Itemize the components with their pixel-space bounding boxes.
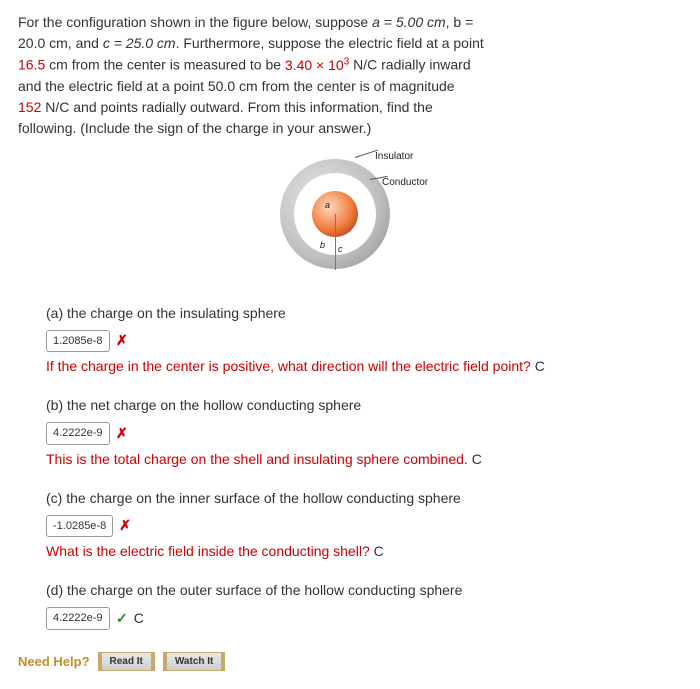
q-line5-post: N/C and points radially outward. From th… (41, 99, 432, 115)
part-b-label: (b) the net charge on the hollow conduct… (46, 395, 682, 416)
question-text: For the configuration shown in the figur… (18, 12, 682, 139)
q-line3-mid: cm from the center is measured to be (45, 57, 285, 73)
part-c-answer-input[interactable]: -1.0285e-8 (46, 515, 113, 538)
part-c: (c) the charge on the inner surface of t… (46, 488, 682, 563)
part-b-answer-input[interactable]: 4.2222e-9 (46, 422, 110, 445)
part-a-label: (a) the charge on the insulating sphere (46, 303, 682, 324)
q-line4: and the electric field at a point 50.0 c… (18, 78, 455, 94)
q-e1: 3.40 × 103 (285, 57, 349, 73)
part-b-feedback: This is the total charge on the shell an… (46, 449, 682, 470)
part-b-unit: C (472, 451, 482, 467)
radii-guide (335, 214, 336, 270)
part-d-unit: C (134, 608, 144, 629)
watch-it-button[interactable]: Watch It (163, 652, 226, 671)
part-a-answer-input[interactable]: 1.2085e-8 (46, 330, 110, 353)
q-line2-pre: 20.0 cm, and (18, 35, 103, 51)
part-b: (b) the net charge on the hollow conduct… (46, 395, 682, 470)
part-a: (a) the charge on the insulating sphere … (46, 303, 682, 378)
part-a-unit: C (535, 358, 545, 374)
q-e2: 152 (18, 99, 41, 115)
need-help-bar: Need Help? Read It Watch It (18, 652, 682, 672)
radius-b-label: b (320, 239, 325, 253)
part-c-unit: C (374, 543, 384, 559)
part-d: (d) the charge on the outer surface of t… (46, 580, 682, 630)
correct-icon: ✓ (116, 608, 128, 629)
part-d-answer-input[interactable]: 4.2222e-9 (46, 607, 110, 630)
q-line3-post: N/C radially inward (349, 57, 470, 73)
incorrect-icon: ✗ (116, 423, 128, 444)
read-it-button[interactable]: Read It (98, 652, 155, 671)
sphere-figure: Insulator Conductor a b c (250, 149, 450, 279)
q-a-eq: a = 5.00 cm (372, 14, 446, 30)
q-line6: following. (Include the sign of the char… (18, 120, 371, 136)
q-r1: 16.5 (18, 57, 45, 73)
radius-c-label: c (338, 243, 343, 257)
radius-a-label: a (325, 199, 330, 213)
label-insulator: Insulator (375, 149, 413, 164)
q-line2-post: . Furthermore, suppose the electric fiel… (176, 35, 484, 51)
need-help-label: Need Help? (18, 652, 90, 672)
part-d-label: (d) the charge on the outer surface of t… (46, 580, 682, 601)
incorrect-icon: ✗ (116, 330, 128, 351)
incorrect-icon: ✗ (119, 515, 131, 536)
q-c-eq: c = 25.0 cm (103, 35, 176, 51)
figure-container: Insulator Conductor a b c (18, 149, 682, 285)
part-c-feedback: What is the electric field inside the co… (46, 541, 682, 562)
part-a-feedback: If the charge in the center is positive,… (46, 356, 682, 377)
q-line1-pre: For the configuration shown in the figur… (18, 14, 372, 30)
q-line1-post: , b = (446, 14, 474, 30)
label-conductor: Conductor (382, 175, 428, 190)
part-c-label: (c) the charge on the inner surface of t… (46, 488, 682, 509)
